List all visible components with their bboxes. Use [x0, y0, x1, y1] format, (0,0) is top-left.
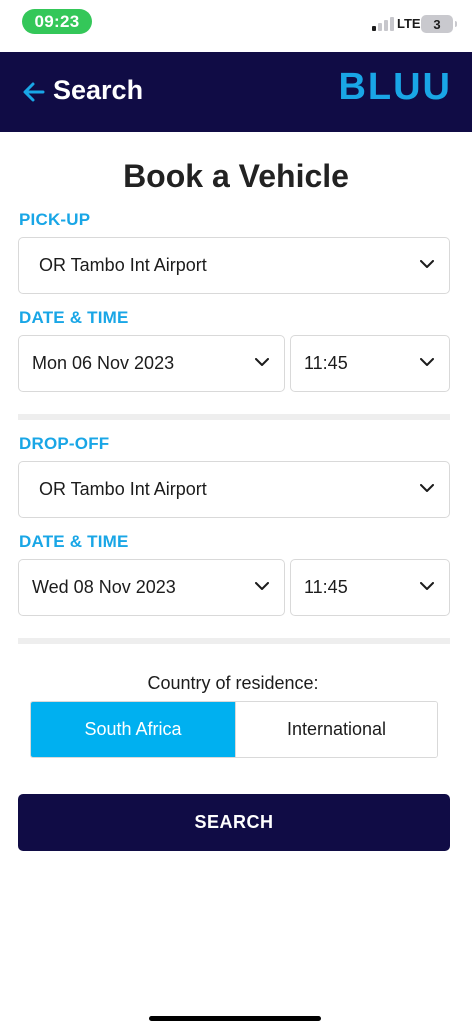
dropoff-datetime-label: DATE & TIME — [19, 532, 129, 551]
pickup-time-select[interactable]: 11:45 — [290, 335, 450, 392]
pickup-date-select[interactable]: Mon 06 Nov 2023 — [18, 335, 285, 392]
chevron-down-icon — [255, 358, 269, 366]
status-bar: 09:23 LTE 3 — [0, 0, 472, 50]
signal-icon — [372, 17, 394, 31]
status-time: 09:23 — [22, 9, 92, 34]
chevron-down-icon — [420, 358, 434, 366]
residence-toggle: South Africa International — [30, 701, 438, 758]
residence-label: Country of residence: — [147, 673, 319, 693]
dropoff-date-value: Wed 08 Nov 2023 — [32, 577, 176, 597]
back-link-label[interactable]: Search — [53, 75, 143, 106]
pickup-time-value: 11:45 — [304, 353, 348, 373]
pickup-location-select[interactable]: OR Tambo Int Airport — [18, 237, 450, 294]
dropoff-location-select[interactable]: OR Tambo Int Airport — [18, 461, 450, 518]
dropoff-time-select[interactable]: 11:45 — [290, 559, 450, 616]
dropoff-time-value: 11:45 — [304, 577, 348, 597]
chevron-down-icon — [420, 582, 434, 590]
residence-option-international[interactable]: International — [235, 702, 437, 757]
dropoff-label: DROP-OFF — [19, 434, 110, 453]
chevron-down-icon — [255, 582, 269, 590]
arrow-left-icon[interactable] — [22, 80, 46, 104]
battery-icon: 3 — [421, 15, 457, 33]
pickup-date-value: Mon 06 Nov 2023 — [32, 353, 175, 373]
residence-option-south-africa[interactable]: South Africa — [31, 702, 235, 757]
dropoff-location-value: OR Tambo Int Airport — [39, 479, 207, 499]
app-header: Search BLUU — [0, 52, 472, 132]
page-title: Book a Vehicle — [123, 158, 349, 194]
section-divider — [18, 414, 450, 420]
pickup-label: PICK-UP — [19, 210, 91, 229]
section-divider — [18, 638, 450, 644]
search-button[interactable]: SEARCH — [18, 794, 450, 851]
home-indicator[interactable] — [149, 1016, 321, 1021]
chevron-down-icon — [420, 484, 434, 492]
pickup-datetime-label: DATE & TIME — [19, 308, 129, 327]
dropoff-date-select[interactable]: Wed 08 Nov 2023 — [18, 559, 285, 616]
chevron-down-icon — [420, 260, 434, 268]
brand-logo: BLUU — [338, 66, 452, 108]
pickup-location-value: OR Tambo Int Airport — [39, 255, 207, 275]
network-type: LTE — [397, 16, 421, 31]
